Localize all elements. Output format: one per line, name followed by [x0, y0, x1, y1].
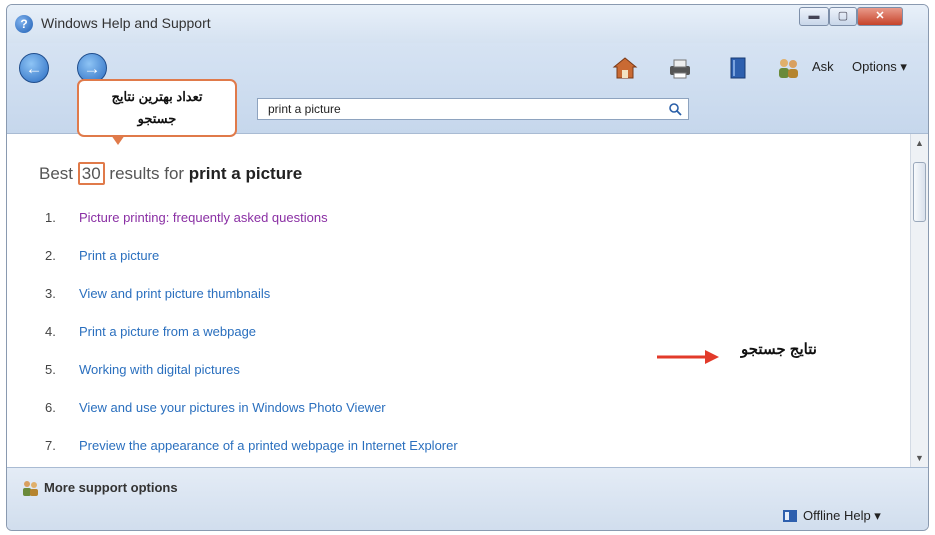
title-bar: ? Windows Help and Support ▬ ▢ ✕ [7, 5, 928, 43]
callout-line2: جستجو [137, 111, 177, 126]
heading-prefix: Best [39, 164, 74, 183]
offline-help-icon [783, 510, 797, 522]
scroll-up-icon[interactable]: ▲ [915, 138, 924, 148]
callout-pointer [111, 135, 125, 145]
result-number: 7. [45, 438, 56, 453]
result-link[interactable]: Picture printing: frequently asked quest… [79, 210, 328, 225]
result-item: 5. Working with digital pictures [45, 362, 458, 400]
arrow-right-icon: → [83, 59, 101, 78]
results-heading: Best 30 results for print a picture [39, 162, 303, 185]
results-list: 1. Picture printing: frequently asked que… [45, 210, 458, 476]
heading-query: print a picture [188, 164, 303, 183]
result-link[interactable]: View and print picture thumbnails [79, 286, 270, 301]
result-link[interactable]: Print a picture from a webpage [79, 324, 256, 339]
ask-icon[interactable] [775, 55, 801, 81]
scroll-down-icon[interactable]: ▼ [915, 453, 924, 463]
result-number: 6. [45, 400, 56, 415]
results-pane: Best 30 results for print a picture 1. Pi… [7, 134, 910, 467]
result-link[interactable]: Print a picture [79, 248, 159, 263]
help-window: ? Windows Help and Support ▬ ▢ ✕ ← → Ask… [6, 4, 929, 531]
result-link[interactable]: Preview the appearance of a printed webp… [79, 438, 458, 453]
result-item: 6. View and use your pictures in Windows … [45, 400, 458, 438]
home-icon[interactable] [612, 55, 638, 81]
maximize-button[interactable]: ▢ [829, 7, 857, 26]
print-icon[interactable] [667, 55, 693, 81]
offline-help-menu[interactable]: Offline Help ▾ [803, 508, 881, 524]
search-input[interactable]: print a picture [268, 102, 341, 116]
result-number: 1. [45, 210, 56, 225]
more-support-options-link[interactable]: More support options [44, 480, 178, 495]
search-icon[interactable] [668, 102, 682, 116]
support-people-icon [23, 481, 38, 496]
arrow-left-icon: ← [25, 59, 43, 78]
result-link[interactable]: View and use your pictures in Windows Ph… [79, 400, 386, 415]
red-arrow-icon [657, 350, 719, 364]
result-number: 4. [45, 324, 56, 339]
result-item: 4. Print a picture from a webpage [45, 324, 458, 362]
search-results-annotation: نتایج جستجو [741, 341, 817, 358]
help-icon: ? [15, 15, 33, 33]
browse-help-icon[interactable] [725, 55, 751, 81]
search-box[interactable]: print a picture [257, 98, 689, 120]
result-count-callout: تعداد بهترین نتایج جستجو [77, 79, 237, 137]
minimize-button[interactable]: ▬ [799, 7, 829, 26]
options-menu[interactable]: Options ▾ [852, 59, 907, 75]
result-item: 1. Picture printing: frequently asked que… [45, 210, 458, 248]
result-link[interactable]: Working with digital pictures [79, 362, 240, 377]
scroll-thumb[interactable] [913, 162, 926, 222]
window-title: Windows Help and Support [41, 15, 211, 31]
result-number: 5. [45, 362, 56, 377]
ask-button[interactable]: Ask [812, 59, 834, 74]
callout-line1: تعداد بهترین نتایج [111, 89, 203, 104]
result-count: 30 [77, 162, 105, 185]
result-number: 2. [45, 248, 56, 263]
back-button[interactable]: ← [19, 53, 49, 83]
heading-middle: results for [109, 164, 185, 183]
result-item: 2. Print a picture [45, 248, 458, 286]
status-bar: More support options Offline Help ▾ [7, 467, 928, 530]
result-number: 3. [45, 286, 56, 301]
result-item: 3. View and print picture thumbnails [45, 286, 458, 324]
vertical-scrollbar[interactable]: ▲ ▼ [910, 134, 928, 467]
close-button[interactable]: ✕ [857, 7, 903, 26]
